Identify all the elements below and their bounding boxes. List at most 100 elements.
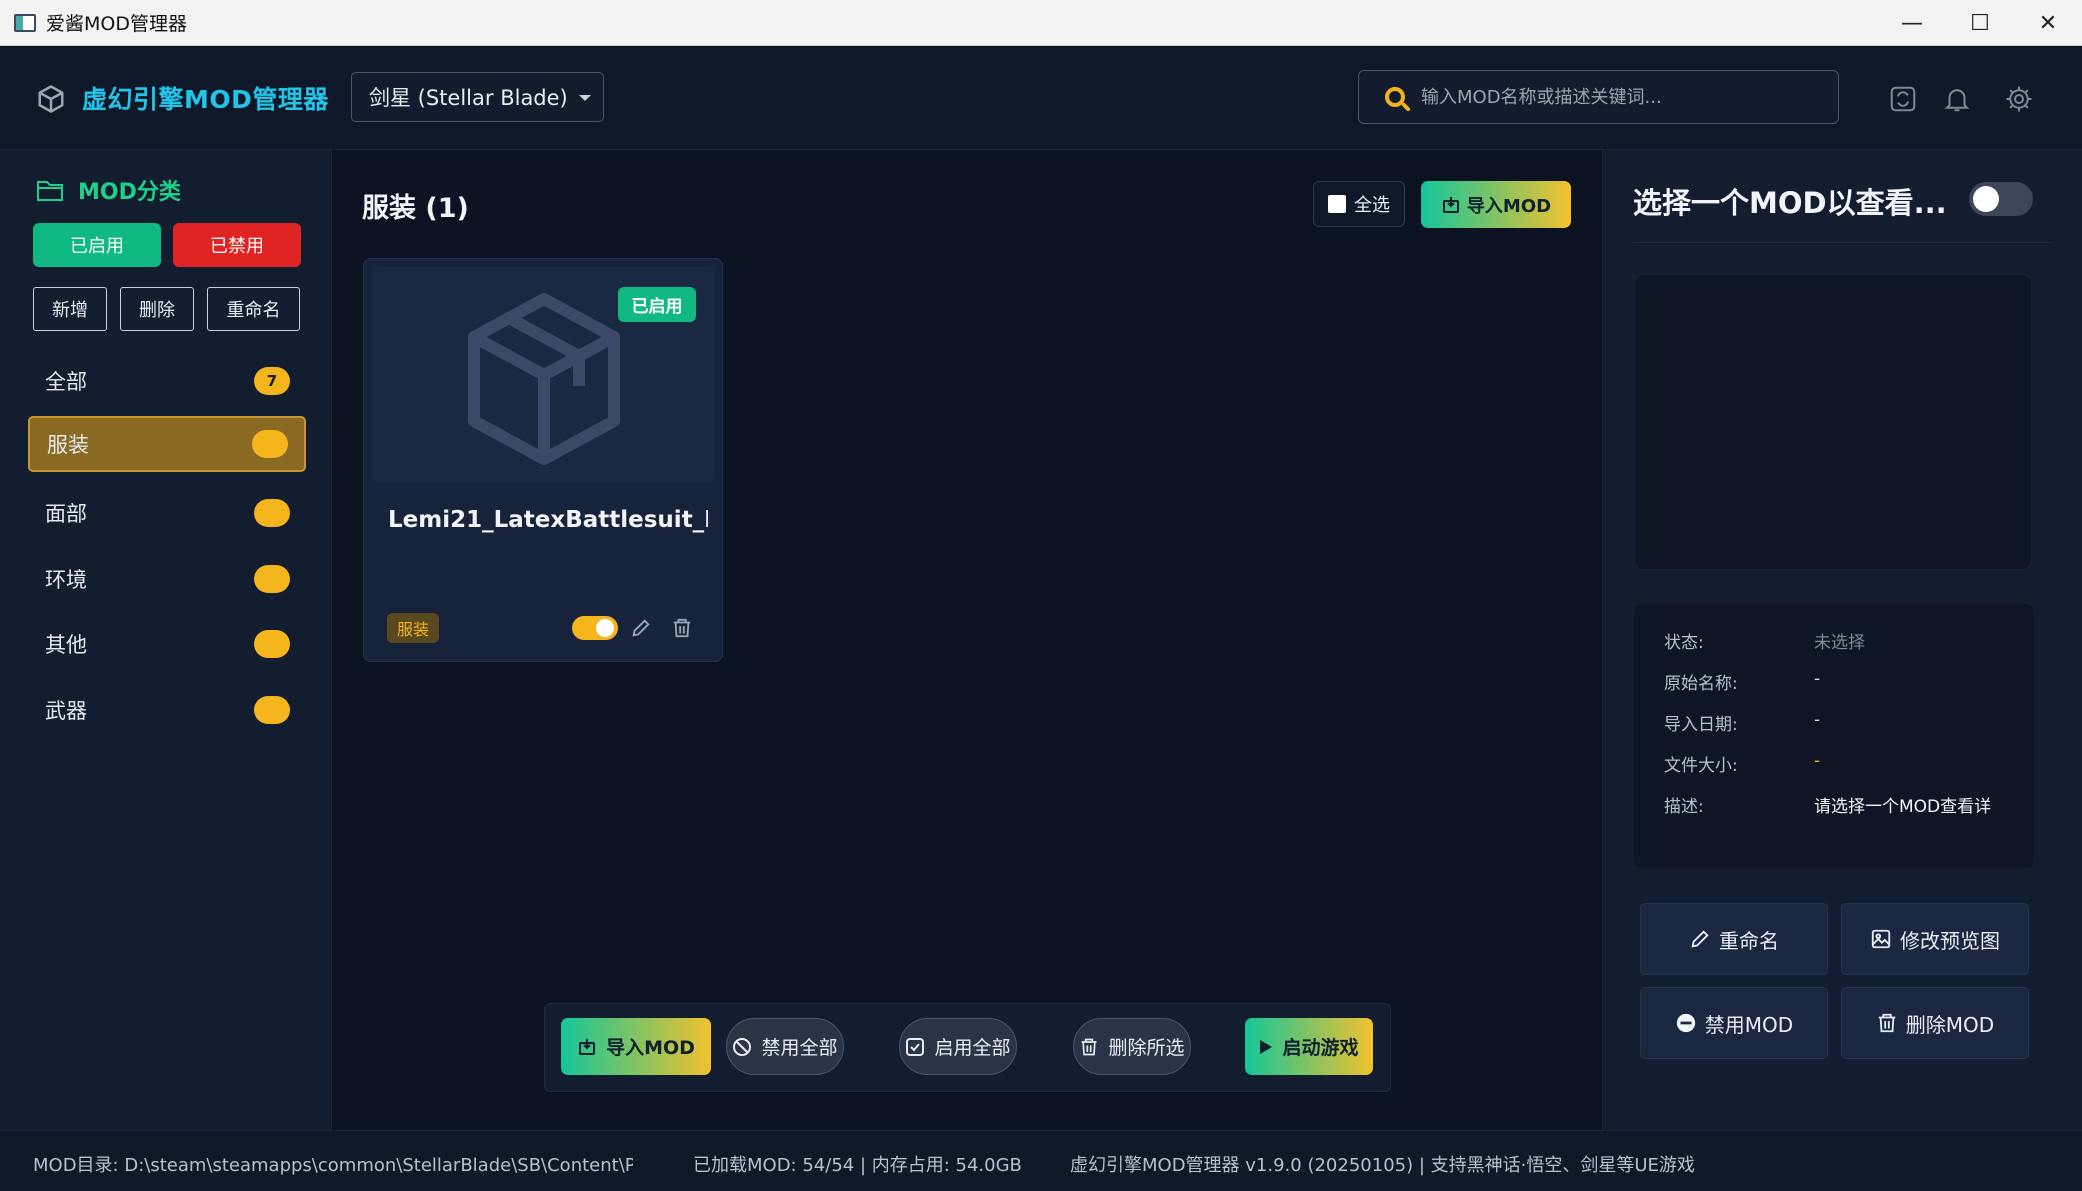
play-icon [1260,1039,1273,1054]
bell-icon[interactable] [1942,84,1972,114]
brand-title: 虚幻引擎MOD管理器 [82,85,329,114]
rename-mod-button[interactable]: 重命名 [1640,903,1828,975]
file-size-value: - [1814,751,1821,771]
category-title-label: MOD分类 [78,180,181,205]
import-icon [579,1038,596,1055]
category-label: 面部 [45,502,87,526]
import-icon [1442,196,1459,213]
action-bar: 导入MOD 禁用全部 启用全部 删除所选 启动游戏 [544,1003,1391,1092]
category-count-badge [254,630,290,658]
category-item-clothing[interactable]: 服装 [28,416,306,472]
app-header: 虚幻引擎MOD管理器 剑星 (Stellar Blade) [0,46,2082,150]
gear-icon[interactable] [2004,84,2034,114]
filter-disabled-button[interactable]: 已禁用 [173,223,301,267]
enable-all-button[interactable]: 启用全部 [899,1018,1017,1075]
mod-enable-toggle[interactable] [572,616,618,640]
disable-all-button[interactable]: 禁用全部 [726,1018,844,1075]
mod-card[interactable]: 已启用 Lemi21_LatexBattlesuit_P 服装 [363,258,723,662]
import-mod-bottom-label: 导入MOD [606,1037,695,1059]
refresh-icon[interactable] [1888,84,1918,114]
search-icon [1385,87,1405,107]
import-mod-bottom-button[interactable]: 导入MOD [561,1018,711,1075]
box-icon [468,293,620,465]
category-title: MOD分类 [36,174,181,206]
app-icon [14,13,36,32]
trash-icon[interactable] [671,617,693,639]
select-all-checkbox[interactable]: 全选 [1313,181,1405,227]
minus-circle-icon [1676,1013,1695,1033]
detail-toggle[interactable] [1969,182,2033,216]
checkbox-icon [1328,195,1346,213]
category-item-face[interactable]: 面部 [28,485,306,541]
orig-name-value: - [1814,669,1821,689]
disable-mod-label: 禁用MOD [1704,1012,1794,1037]
import-mod-label: 导入MOD [1466,195,1552,217]
search-input[interactable] [1421,86,1821,108]
category-count-badge [254,565,290,593]
add-category-button[interactable]: 新增 [33,287,107,331]
window-titlebar: 爱酱MOD管理器 — ☐ ✕ [0,0,2082,46]
rename-mod-label: 重命名 [1719,928,1779,953]
import-mod-button[interactable]: 导入MOD [1421,181,1571,228]
category-item-all[interactable]: 全部 7 [28,353,306,409]
category-count-badge [252,430,288,458]
close-button[interactable]: ✕ [2014,0,2082,46]
trash-icon [1878,1013,1896,1033]
category-item-other[interactable]: 其他 [28,616,306,672]
filter-enabled-button[interactable]: 已启用 [33,223,161,267]
page-title: 服装 (1) [362,193,469,224]
pencil-icon[interactable] [630,617,652,639]
launch-game-button[interactable]: 启动游戏 [1245,1018,1373,1075]
ban-icon [733,1037,752,1056]
trash-icon [1081,1038,1097,1055]
category-count-badge: 7 [254,367,290,395]
status-label: 状态: [1664,633,1704,653]
enable-all-label: 启用全部 [934,1037,1011,1059]
category-label: 全部 [45,370,87,394]
launch-game-label: 启动游戏 [1282,1037,1359,1059]
detail-panel: 选择一个MOD以查看... 状态: 未选择 原始名称: - 导入日期: - 文件… [1602,150,2082,1130]
search-box[interactable] [1358,70,1839,124]
rename-category-button[interactable]: 重命名 [207,287,300,331]
select-all-label: 全选 [1354,195,1390,216]
mod-category-tag: 服装 [387,613,439,643]
mod-thumbnail: 已启用 [372,267,714,483]
delete-mod-label: 删除MOD [1905,1012,1995,1037]
edit-preview-button[interactable]: 修改预览图 [1841,903,2029,975]
folder-icon [37,181,63,201]
delete-selected-button[interactable]: 删除所选 [1073,1018,1191,1075]
detail-title: 选择一个MOD以查看... [1633,186,1947,220]
minimize-button[interactable]: — [1878,0,1946,46]
chevron-down-icon [579,95,591,101]
preview-image-area [1634,274,2032,570]
category-item-weapons[interactable]: 武器 [28,682,306,738]
disable-mod-button[interactable]: 禁用MOD [1640,987,1828,1059]
category-count-badge [254,499,290,527]
window-title: 爱酱MOD管理器 [46,13,187,35]
mod-info-box: 状态: 未选择 原始名称: - 导入日期: - 文件大小: - 描述: 请选择一… [1634,604,2034,868]
pencil-icon [1691,930,1709,948]
category-label: 环境 [45,568,87,592]
version-text: 虚幻引擎MOD管理器 v1.9.0 (20250105) | 支持黑神话·悟空、… [1070,1155,1695,1176]
category-label: 武器 [45,699,87,723]
image-icon [1871,929,1891,949]
status-badge: 已启用 [618,287,696,322]
delete-mod-button[interactable]: 删除MOD [1841,987,2029,1059]
game-select-value: 剑星 (Stellar Blade) [369,86,568,110]
mod-name: Lemi21_LatexBattlesuit_P [388,507,708,533]
category-sidebar: MOD分类 已启用 已禁用 新增 删除 重命名 全部 7 服装 面部 环境 其他… [0,150,332,1130]
cube-icon [38,85,64,113]
mod-dir-text: MOD目录: D:\steam\steamapps\common\Stellar… [33,1155,633,1176]
delete-category-button[interactable]: 删除 [120,287,194,331]
game-select[interactable]: 剑星 (Stellar Blade) [351,72,604,122]
category-item-environment[interactable]: 环境 [28,551,306,607]
category-count-badge [254,696,290,724]
import-date-label: 导入日期: [1664,715,1738,735]
status-bar: MOD目录: D:\steam\steamapps\common\Stellar… [0,1130,2082,1191]
category-label: 其他 [45,633,87,657]
desc-label: 描述: [1664,797,1704,817]
maximize-button[interactable]: ☐ [1946,0,2014,46]
orig-name-label: 原始名称: [1664,674,1738,694]
file-size-label: 文件大小: [1664,756,1738,776]
desc-value: 请选择一个MOD查看详 [1814,797,1992,817]
